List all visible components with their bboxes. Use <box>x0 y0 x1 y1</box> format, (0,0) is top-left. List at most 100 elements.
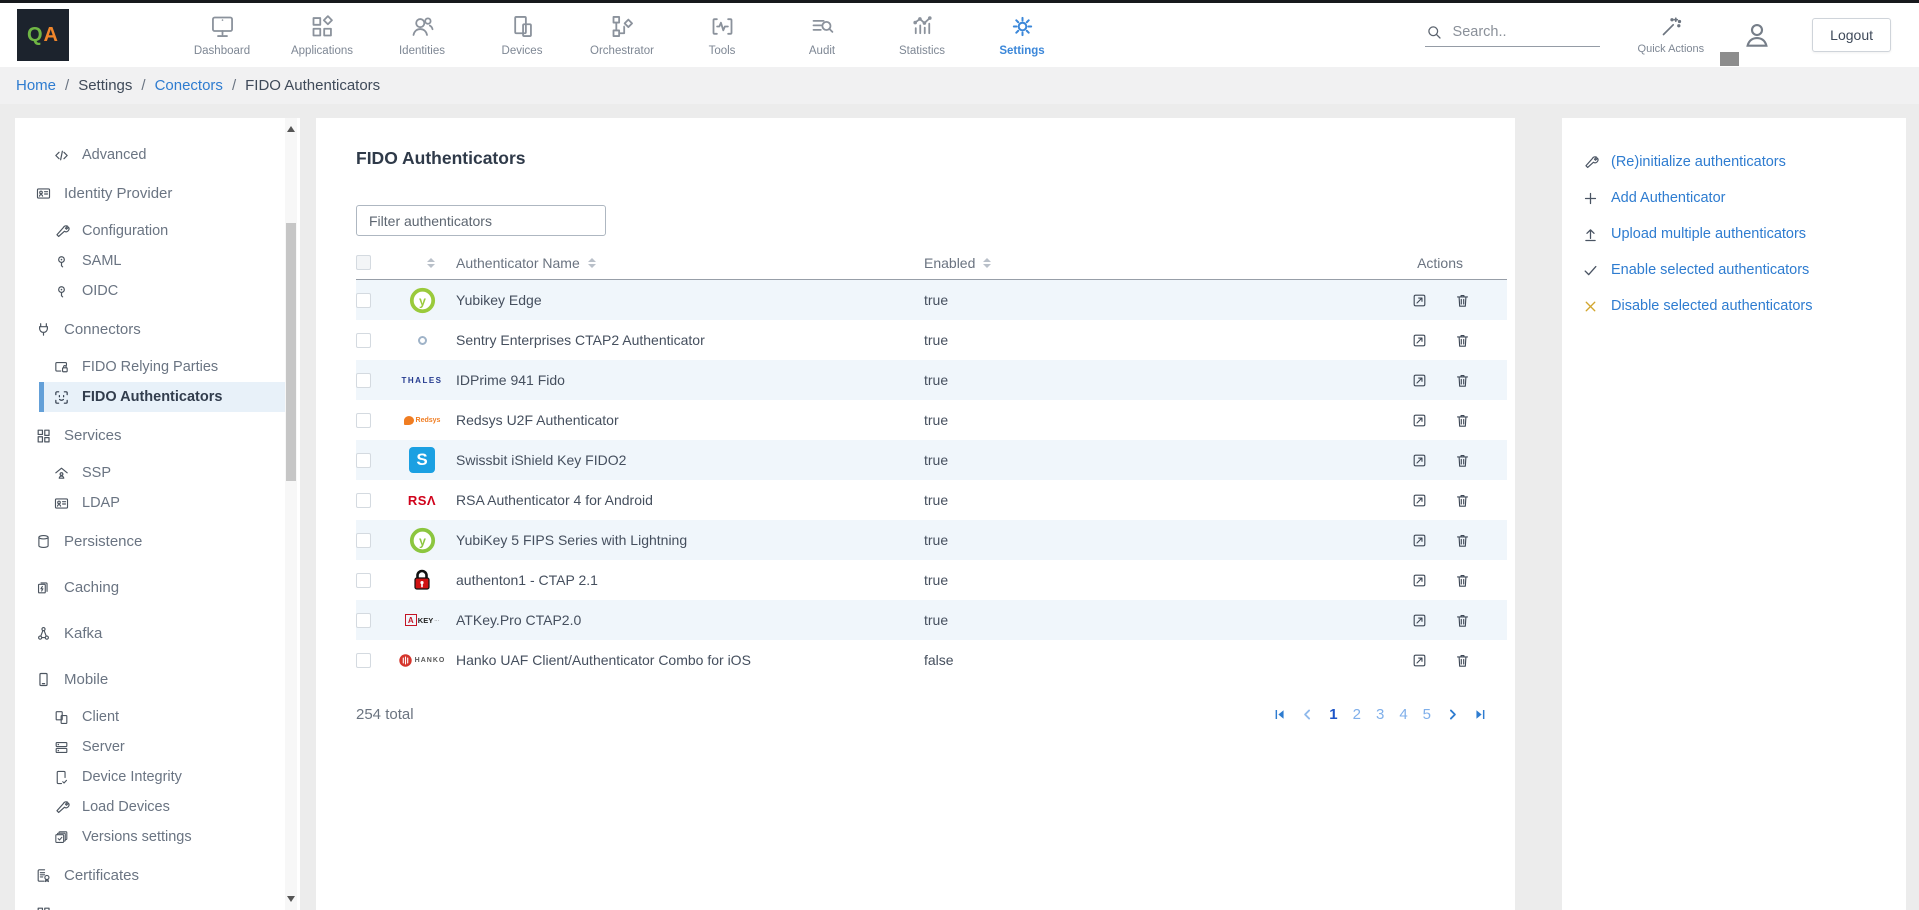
sidebar-item-fido-relying-parties[interactable]: FIDO Relying Parties <box>15 352 300 382</box>
sidebar-item-oidc[interactable]: OIDC <box>15 276 300 306</box>
sidebar-item-kafka[interactable]: Kafka <box>15 618 300 648</box>
delete-authenticator-icon[interactable] <box>1454 532 1471 549</box>
disable-selected-authenticators-link[interactable]: Disable selected authenticators <box>1582 288 1886 324</box>
sort-icon[interactable] <box>588 258 596 268</box>
enable-selected-authenticators-link[interactable]: Enable selected authenticators <box>1582 252 1886 288</box>
table-row[interactable]: y Yubikey Edge true <box>356 280 1507 320</box>
table-row[interactable]: Redsys Redsys U2F Authenticator true <box>356 400 1507 440</box>
nav-item-orchestrator[interactable]: Orchestrator <box>572 3 672 67</box>
page-number-5[interactable]: 5 <box>1423 706 1431 723</box>
row-checkbox[interactable] <box>356 293 371 308</box>
sidebar-item-client[interactable]: Client <box>15 702 300 732</box>
pagination-next-icon[interactable] <box>1446 708 1459 721</box>
logout-button[interactable]: Logout <box>1812 18 1891 52</box>
delete-authenticator-icon[interactable] <box>1454 572 1471 589</box>
sidebar-item-fido-authenticators[interactable]: FIDO Authenticators <box>39 382 285 412</box>
scroll-up-arrow-icon[interactable] <box>287 126 295 132</box>
open-authenticator-icon[interactable] <box>1411 372 1428 389</box>
quick-actions-button[interactable]: Quick Actions <box>1638 15 1705 55</box>
scroll-down-arrow-icon[interactable] <box>287 896 295 902</box>
delete-authenticator-icon[interactable] <box>1454 372 1471 389</box>
row-checkbox[interactable] <box>356 493 371 508</box>
sidebar-item-caching[interactable]: Caching <box>15 572 300 602</box>
sidebar-item-connectors[interactable]: Connectors <box>15 314 300 344</box>
breadcrumb-conectors[interactable]: Conectors <box>155 77 223 94</box>
sidebar-item-versions-settings[interactable]: Versions settings <box>15 822 300 852</box>
row-checkbox[interactable] <box>356 533 371 548</box>
nav-item-settings[interactable]: Settings <box>972 3 1072 67</box>
open-authenticator-icon[interactable] <box>1411 652 1428 669</box>
row-checkbox[interactable] <box>356 653 371 668</box>
row-checkbox[interactable] <box>356 453 371 468</box>
sidebar-item-load-devices[interactable]: Load Devices <box>15 792 300 822</box>
delete-authenticator-icon[interactable] <box>1454 332 1471 349</box>
row-checkbox[interactable] <box>356 413 371 428</box>
search-icon[interactable] <box>1425 23 1443 41</box>
sidebar-item-persistence[interactable]: Persistence <box>15 526 300 556</box>
open-authenticator-icon[interactable] <box>1411 332 1428 349</box>
table-row[interactable]: authenton1 - CTAP 2.1 true <box>356 560 1507 600</box>
sidebar-item-clipped[interactable] <box>15 898 300 910</box>
row-checkbox[interactable] <box>356 333 371 348</box>
page-number-4[interactable]: 4 <box>1399 706 1407 723</box>
nav-item-dashboard[interactable]: Dashboard <box>172 3 272 67</box>
sort-icon[interactable] <box>983 258 991 268</box>
app-logo[interactable]: QA <box>17 9 69 61</box>
filter-authenticators-input[interactable] <box>356 205 606 236</box>
select-all-checkbox[interactable] <box>356 255 371 270</box>
sidebar-item-saml[interactable]: SAML <box>15 246 300 276</box>
sidebar-item-configuration[interactable]: Configuration <box>15 216 300 246</box>
row-checkbox[interactable] <box>356 373 371 388</box>
table-row[interactable]: S Swissbit iShield Key FIDO2 true <box>356 440 1507 480</box>
delete-authenticator-icon[interactable] <box>1454 452 1471 469</box>
row-checkbox[interactable] <box>356 613 371 628</box>
sidebar-item-mobile[interactable]: Mobile <box>15 664 300 694</box>
sidebar-item-identity-provider[interactable]: Identity Provider <box>15 178 300 208</box>
table-row[interactable]: y YubiKey 5 FIPS Series with Lightning t… <box>356 520 1507 560</box>
nav-item-audit[interactable]: Audit <box>772 3 872 67</box>
search-input[interactable] <box>1453 24 1583 40</box>
table-row[interactable]: Sentry Enterprises CTAP2 Authenticator t… <box>356 320 1507 360</box>
sidebar-item-ldap[interactable]: LDAP <box>15 488 300 518</box>
open-authenticator-icon[interactable] <box>1411 452 1428 469</box>
sidebar-item-advanced[interactable]: Advanced <box>15 140 300 170</box>
delete-authenticator-icon[interactable] <box>1454 492 1471 509</box>
reinitialize-authenticators-link[interactable]: (Re)initialize authenticators <box>1582 144 1886 180</box>
table-row[interactable]: THALES IDPrime 941 Fido true <box>356 360 1507 400</box>
sidebar-scrollbar[interactable] <box>285 118 297 910</box>
pagination-prev-icon[interactable] <box>1301 708 1314 721</box>
breadcrumb-home[interactable]: Home <box>16 77 56 94</box>
nav-item-devices[interactable]: Devices <box>472 3 572 67</box>
delete-authenticator-icon[interactable] <box>1454 612 1471 629</box>
open-authenticator-icon[interactable] <box>1411 532 1428 549</box>
table-row[interactable]: HANKO Hanko UAF Client/Authenticator Com… <box>356 640 1507 680</box>
sidebar-item-server[interactable]: Server <box>15 732 300 762</box>
table-row[interactable]: AKEY... ATKey.Pro CTAP2.0 true <box>356 600 1507 640</box>
upload-multiple-authenticators-link[interactable]: Upload multiple authenticators <box>1582 216 1886 252</box>
add-authenticator-link[interactable]: Add Authenticator <box>1582 180 1886 216</box>
open-authenticator-icon[interactable] <box>1411 612 1428 629</box>
delete-authenticator-icon[interactable] <box>1454 412 1471 429</box>
page-number-3[interactable]: 3 <box>1376 706 1384 723</box>
pagination-last-icon[interactable] <box>1474 708 1487 721</box>
sidebar-item-services[interactable]: Services <box>15 420 300 450</box>
open-authenticator-icon[interactable] <box>1411 572 1428 589</box>
nav-item-tools[interactable]: Tools <box>672 3 772 67</box>
page-number-2[interactable]: 2 <box>1353 706 1361 723</box>
table-row[interactable]: RSΛ RSA Authenticator 4 for Android true <box>356 480 1507 520</box>
user-menu[interactable] <box>1742 3 1774 67</box>
open-authenticator-icon[interactable] <box>1411 292 1428 309</box>
nav-item-identities[interactable]: Identities <box>372 3 472 67</box>
delete-authenticator-icon[interactable] <box>1454 292 1471 309</box>
sidebar-item-device-integrity[interactable]: Device Integrity <box>15 762 300 792</box>
pagination-first-icon[interactable] <box>1273 708 1286 721</box>
open-authenticator-icon[interactable] <box>1411 412 1428 429</box>
sort-icon[interactable] <box>427 258 435 268</box>
row-checkbox[interactable] <box>356 573 371 588</box>
scrollbar-thumb[interactable] <box>286 223 296 481</box>
delete-authenticator-icon[interactable] <box>1454 652 1471 669</box>
page-number-1[interactable]: 1 <box>1329 706 1337 723</box>
nav-item-statistics[interactable]: Statistics <box>872 3 972 67</box>
sidebar-item-certificates[interactable]: Certificates <box>15 860 300 890</box>
nav-item-applications[interactable]: Applications <box>272 3 372 67</box>
